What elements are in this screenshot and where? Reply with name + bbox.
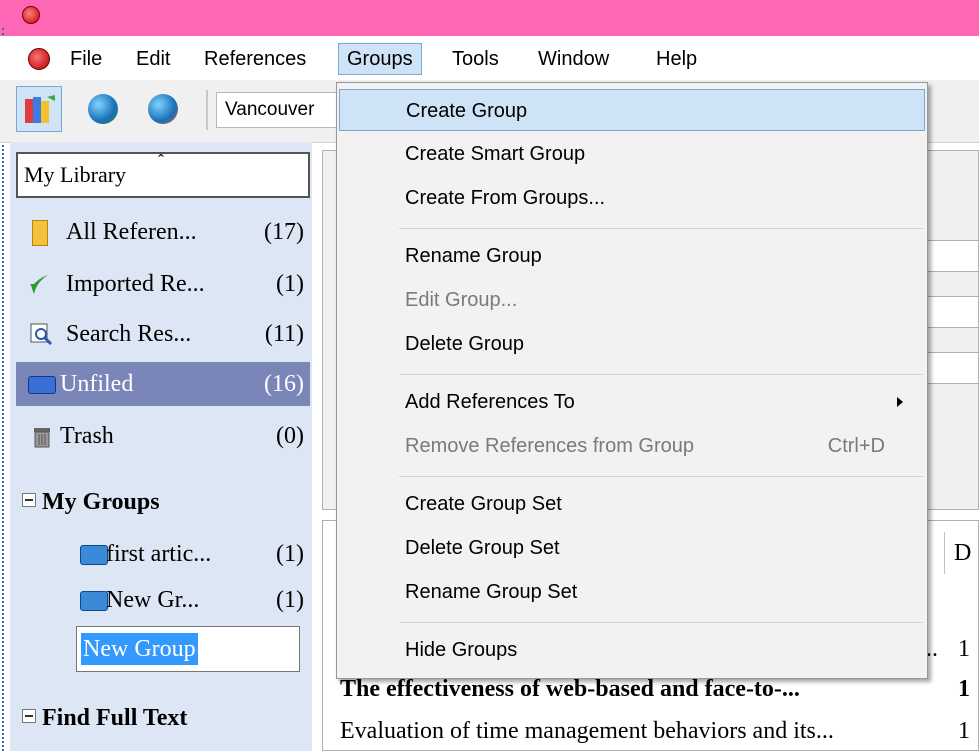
menu-item-rename-group-set[interactable]: Rename Group Set <box>339 571 925 613</box>
menu-item-edit-group: Edit Group... <box>405 289 518 311</box>
integrated-mode-button[interactable] <box>140 86 186 132</box>
shortcut-label: Ctrl+D <box>827 435 885 457</box>
menu-item-create-group-set[interactable]: Create Group Set <box>339 483 925 525</box>
menu-references[interactable]: References <box>196 44 314 74</box>
menu-edit[interactable]: Edit <box>128 44 178 74</box>
menu-item-create-from-groups[interactable]: Create From Groups... <box>339 177 925 219</box>
online-search-mode-button[interactable] <box>80 86 126 132</box>
caret-up-icon: ˆ <box>158 151 164 171</box>
collapse-icon[interactable] <box>22 493 36 507</box>
menu-item-create-group[interactable]: Create Group <box>339 89 925 131</box>
column-divider <box>944 532 945 574</box>
menu-item-hide-groups[interactable]: Hide Groups <box>339 629 925 671</box>
menu-item-remove-references-from-group: Remove References from Group Ctrl+D <box>339 425 925 467</box>
app-menu-icon[interactable] <box>28 48 50 70</box>
toolbar-separator <box>206 90 208 130</box>
collapse-icon[interactable] <box>22 709 36 723</box>
menu-groups[interactable]: Groups <box>338 43 422 75</box>
my-library-header[interactable]: My Library ˆ <box>16 151 310 198</box>
reference-row-number: 1 <box>958 676 970 702</box>
menu-item-delete-group[interactable]: Delete Group <box>339 323 925 365</box>
reference-row-number: 1 <box>958 636 970 662</box>
sidebar-item-all-references[interactable]: All Referen... (17) <box>16 210 310 254</box>
group-item-new-group[interactable]: New Gr... (1) <box>76 578 310 622</box>
sidebar-item-trash[interactable]: Trash (0) <box>16 414 310 458</box>
globe-books-icon <box>148 94 178 124</box>
title-bar <box>0 0 979 36</box>
sidebar-item-unfiled[interactable]: Unfiled (16) <box>16 362 310 406</box>
group-item-first-article[interactable]: first artic... (1) <box>76 532 310 576</box>
green-checkmark-icon <box>30 275 48 294</box>
menu-separator <box>399 374 923 375</box>
globe-icon <box>88 94 118 124</box>
column-header-date[interactable]: D <box>954 540 971 567</box>
reference-row[interactable]: Evaluation of time management behaviors … <box>340 718 834 745</box>
folder-icon <box>80 591 108 611</box>
menu-item-create-smart-group[interactable]: Create Smart Group <box>339 133 925 175</box>
sidebar-item-imported-references[interactable]: Imported Re... (1) <box>16 262 310 306</box>
menu-tools[interactable]: Tools <box>444 44 507 74</box>
menu-separator <box>399 622 923 623</box>
menu-item-rename-group[interactable]: Rename Group <box>339 235 925 277</box>
menu-item-delete-group-set[interactable]: Delete Group Set <box>339 527 925 569</box>
trash-icon <box>34 428 50 448</box>
sidebar-item-search-results[interactable]: Search Res... (11) <box>16 312 310 356</box>
app-logo-icon <box>22 6 40 24</box>
new-group-name-input[interactable]: New Group <box>76 626 300 672</box>
submenu-arrow-icon <box>897 397 903 407</box>
unfiled-folder-icon <box>28 376 56 394</box>
menu-separator <box>399 228 923 229</box>
my-groups-header[interactable]: My Groups <box>22 482 160 522</box>
menu-window[interactable]: Window <box>530 44 617 74</box>
new-group-name-selection: New Group <box>81 633 198 665</box>
reference-row-number: 1 <box>958 718 970 744</box>
menu-item-add-references-to[interactable]: Add References To <box>339 381 925 423</box>
search-results-icon <box>30 323 53 346</box>
menu-help[interactable]: Help <box>648 44 705 74</box>
folder-icon <box>80 545 108 565</box>
menu-separator <box>399 476 923 477</box>
my-library-label: My Library <box>24 162 127 187</box>
find-full-text-header[interactable]: Find Full Text <box>22 698 187 738</box>
reference-row[interactable]: The effectiveness of web-based and face-… <box>340 676 800 703</box>
local-library-mode-button[interactable] <box>16 86 62 132</box>
books-icon <box>25 95 55 123</box>
menu-file[interactable]: File <box>62 44 110 74</box>
all-references-icon <box>32 220 48 246</box>
groups-dropdown-menu: Create Group Create Smart Group Create F… <box>336 82 928 679</box>
